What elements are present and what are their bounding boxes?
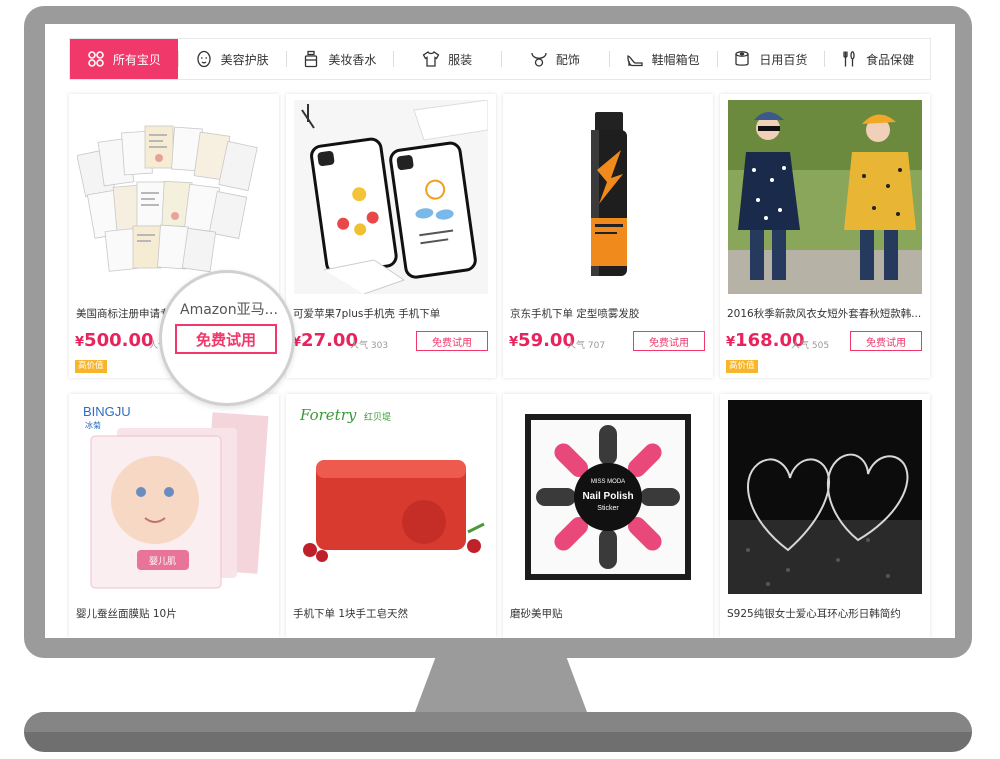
sticker-label: Nail Polish — [582, 491, 633, 502]
necklace-icon — [530, 50, 548, 68]
tab-clothing[interactable]: 服装 — [393, 39, 501, 79]
magnified-title: Amazon亚马... — [180, 302, 278, 318]
mask-brand-sub: 冰菊 — [85, 420, 101, 430]
popularity: 人气 707 — [567, 338, 605, 351]
price-value: 500.00 — [84, 330, 154, 351]
document-stack-image — [77, 100, 271, 294]
tab-label: 所有宝贝 — [112, 52, 161, 67]
tab-shoes-bags[interactable]: 鞋帽箱包 — [608, 39, 717, 79]
stage: 所有宝贝 美容护肤 美妆香水 服装 配饰 鞋帽箱包 日用百货 食品保健 美国商标… — [0, 0, 1000, 759]
product-title[interactable]: 2016秋季新款风衣女短外套春秋短款韩... — [727, 306, 923, 321]
popularity-value: 505 — [811, 341, 830, 351]
popularity-value: 707 — [587, 341, 606, 351]
popularity-value: 303 — [370, 341, 389, 351]
grid-icon — [87, 50, 105, 68]
soap-image: Foretry 红贝堤 — [294, 400, 488, 594]
popularity-label: 人气 — [791, 341, 810, 351]
high-heel-icon — [626, 50, 644, 68]
product-card[interactable]: BINGJU 冰菊 婴儿肌 婴儿蚕丝面膜贴 10片 — [69, 394, 279, 638]
tab-all[interactable]: 所有宝贝 — [70, 39, 178, 79]
tab-label: 美妆香水 — [328, 52, 377, 67]
product-title[interactable]: S925纯银女士爱心耳环心形日韩简约 — [727, 606, 923, 621]
monitor-base-top — [24, 712, 972, 732]
product-title[interactable]: 京东手机下单 定型喷雾发胶 — [510, 306, 706, 321]
currency-symbol: ¥ — [726, 335, 736, 350]
nail-sticker-image: MISS MODA Nail Polish Sticker — [511, 400, 705, 594]
popularity: 人气 303 — [350, 338, 388, 351]
product-price: ¥27.00 — [292, 330, 358, 351]
mask-brand: BINGJU — [83, 404, 131, 419]
currency-symbol: ¥ — [75, 335, 85, 350]
free-trial-button[interactable]: 免费试用 — [633, 331, 705, 351]
tab-skincare[interactable]: 美容护肤 — [177, 39, 286, 79]
product-title[interactable]: 磨砂美甲贴 — [510, 606, 706, 621]
sticker-label-sub: Sticker — [597, 505, 619, 512]
tab-label: 食品保健 — [866, 52, 915, 67]
tissue-roll-icon — [733, 50, 751, 68]
screen: 所有宝贝 美容护肤 美妆香水 服装 配饰 鞋帽箱包 日用百货 食品保健 美国商标… — [45, 24, 955, 638]
heart-earrings-image — [728, 400, 922, 594]
product-card[interactable]: MISS MODA Nail Polish Sticker 磨砂美甲贴 — [503, 394, 713, 638]
tab-food-health[interactable]: 食品保健 — [824, 39, 930, 79]
free-trial-button[interactable]: 免费试用 — [416, 331, 488, 351]
high-value-tag: 高价值 — [726, 360, 758, 373]
product-title[interactable]: 手机下单 1块手工皂天然 — [293, 606, 489, 621]
product-title[interactable]: 可爱苹果7plus手机壳 手机下单 — [293, 306, 489, 321]
product-card[interactable]: 京东手机下单 定型喷雾发胶 ¥59.00 人气 707 免费试用 — [503, 94, 713, 378]
product-card[interactable]: 2016秋季新款风衣女短外套春秋短款韩... ¥168.00 人气 505 免费… — [720, 94, 930, 378]
sticker-brand: MISS MODA — [591, 479, 625, 485]
product-card[interactable]: S925纯银女士爱心耳环心形日韩简约 — [720, 394, 930, 638]
monitor-stand — [412, 656, 590, 720]
tab-label: 鞋帽箱包 — [651, 52, 700, 67]
currency-symbol: ¥ — [509, 335, 519, 350]
tab-label: 日用百货 — [759, 52, 808, 67]
product-title[interactable]: 婴儿蚕丝面膜贴 10片 — [76, 606, 272, 621]
magnifier-callout: Amazon亚马... 免费试用 — [159, 270, 295, 406]
face-mask-image: BINGJU 冰菊 婴儿肌 — [77, 400, 271, 594]
popularity-label: 人气 — [567, 341, 586, 351]
popularity-label: 人气 — [350, 341, 369, 351]
soap-brand-sub: 红贝堤 — [364, 411, 391, 423]
tab-accessories[interactable]: 配饰 — [501, 39, 609, 79]
mask-pack-label: 婴儿肌 — [149, 556, 176, 567]
tab-daily-goods[interactable]: 日用百货 — [716, 39, 825, 79]
face-icon — [195, 50, 213, 68]
soap-brand: Foretry — [299, 406, 357, 424]
perfume-icon — [302, 50, 320, 68]
high-value-tag: 高价值 — [75, 360, 107, 373]
phone-cases-image — [294, 100, 488, 294]
jacket-models-image — [728, 100, 922, 294]
free-trial-button[interactable]: 免费试用 — [850, 331, 922, 351]
popularity: 人气 505 — [791, 338, 829, 351]
tab-label: 美容护肤 — [220, 52, 269, 67]
tab-label: 配饰 — [555, 52, 580, 67]
product-price: ¥500.00 — [75, 330, 154, 351]
product-price: ¥59.00 — [509, 330, 575, 351]
cutlery-icon — [840, 50, 858, 68]
category-tabbar: 所有宝贝 美容护肤 美妆香水 服装 配饰 鞋帽箱包 日用百货 食品保健 — [69, 38, 931, 80]
hairspray-image — [511, 100, 705, 294]
free-trial-button[interactable]: 免费试用 — [175, 324, 277, 354]
tab-makeup[interactable]: 美妆香水 — [285, 39, 394, 79]
product-card[interactable]: 可爱苹果7plus手机壳 手机下单 ¥27.00 人气 303 免费试用 — [286, 94, 496, 378]
shirt-icon — [422, 50, 440, 68]
product-card[interactable]: Foretry 红贝堤 手机下单 1块手工皂天然 — [286, 394, 496, 638]
tab-label: 服装 — [448, 52, 473, 67]
